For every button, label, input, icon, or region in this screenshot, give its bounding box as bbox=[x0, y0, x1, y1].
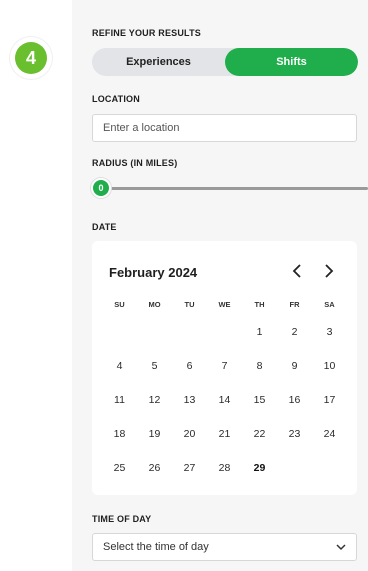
calendar-day[interactable]: 4 bbox=[102, 360, 137, 372]
radius-label: RADIUS (IN MILES) bbox=[92, 158, 178, 168]
calendar-day[interactable]: 8 bbox=[242, 360, 277, 372]
time-of-day-value: Select the time of day bbox=[103, 541, 209, 553]
calendar-day[interactable]: 25 bbox=[102, 462, 137, 474]
chevron-left-icon bbox=[292, 264, 301, 278]
calendar-day[interactable]: 23 bbox=[277, 428, 312, 440]
filter-panel: REFINE YOUR RESULTS Experiences Shifts L… bbox=[72, 0, 368, 571]
radius-slider-thumb[interactable]: 0 bbox=[91, 178, 111, 198]
chevron-down-icon bbox=[336, 543, 346, 550]
time-of-day-select[interactable]: Select the time of day bbox=[92, 533, 357, 561]
calendar-day[interactable]: 10 bbox=[312, 360, 347, 372]
chevron-right-icon bbox=[325, 264, 334, 278]
calendar-week: 25 26 27 28 29 bbox=[102, 451, 347, 485]
calendar-day[interactable]: 14 bbox=[207, 394, 242, 406]
weekday-label: MO bbox=[148, 299, 161, 309]
calendar-day[interactable]: 12 bbox=[137, 394, 172, 406]
calendar-day[interactable]: 17 bbox=[312, 394, 347, 406]
calendar-day[interactable]: 21 bbox=[207, 428, 242, 440]
weekday-label: FR bbox=[289, 299, 300, 309]
calendar-day[interactable]: 1 bbox=[242, 326, 277, 338]
calendar-day[interactable]: 3 bbox=[312, 326, 347, 338]
experiences-option[interactable]: Experiences bbox=[92, 48, 225, 76]
weekday-label: SU bbox=[114, 299, 125, 309]
weekday-label: SA bbox=[324, 299, 335, 309]
calendar-day[interactable]: 15 bbox=[242, 394, 277, 406]
left-gutter: 4 bbox=[0, 0, 72, 571]
calendar-month-title: February 2024 bbox=[109, 265, 198, 280]
refine-title: REFINE YOUR RESULTS bbox=[92, 28, 201, 38]
weekday-header: SU MO TU WE TH FR SA bbox=[102, 297, 347, 311]
results-type-toggle: Experiences Shifts bbox=[92, 48, 358, 76]
calendar-day[interactable]: 7 bbox=[207, 360, 242, 372]
location-label: LOCATION bbox=[92, 94, 140, 104]
calendar-day[interactable]: 18 bbox=[102, 428, 137, 440]
step-number: 4 bbox=[15, 42, 47, 74]
calendar-day[interactable]: 28 bbox=[207, 462, 242, 474]
calendar-week: 11 12 13 14 15 16 17 bbox=[102, 383, 347, 417]
calendar-week: 1 2 3 bbox=[102, 315, 347, 349]
calendar-grid: SU MO TU WE TH FR SA 1 2 3 4 5 6 7 8 9 1… bbox=[102, 297, 347, 485]
calendar-day[interactable]: 11 bbox=[102, 394, 137, 406]
weekday-label: TU bbox=[184, 299, 195, 309]
calendar-day[interactable]: 6 bbox=[172, 360, 207, 372]
calendar-day[interactable]: 2 bbox=[277, 326, 312, 338]
calendar-day[interactable]: 16 bbox=[277, 394, 312, 406]
date-label: DATE bbox=[92, 222, 117, 232]
date-calendar: February 2024 SU MO TU WE TH FR SA 1 2 3… bbox=[92, 241, 357, 495]
calendar-day[interactable]: 22 bbox=[242, 428, 277, 440]
calendar-day[interactable]: 24 bbox=[312, 428, 347, 440]
calendar-day[interactable]: 5 bbox=[137, 360, 172, 372]
calendar-week: 18 19 20 21 22 23 24 bbox=[102, 417, 347, 451]
calendar-day[interactable]: 27 bbox=[172, 462, 207, 474]
shifts-option[interactable]: Shifts bbox=[225, 48, 358, 76]
calendar-day[interactable]: 9 bbox=[277, 360, 312, 372]
radius-slider-track[interactable] bbox=[102, 187, 368, 190]
calendar-day[interactable]: 19 bbox=[137, 428, 172, 440]
calendar-day[interactable]: 26 bbox=[137, 462, 172, 474]
previous-month-button[interactable] bbox=[288, 262, 306, 280]
calendar-day-today[interactable]: 29 bbox=[242, 462, 277, 474]
weekday-label: TH bbox=[254, 299, 265, 309]
weekday-label: WE bbox=[218, 299, 231, 309]
calendar-day[interactable]: 13 bbox=[172, 394, 207, 406]
step-badge: 4 bbox=[10, 37, 52, 79]
calendar-week: 4 5 6 7 8 9 10 bbox=[102, 349, 347, 383]
calendar-day[interactable]: 20 bbox=[172, 428, 207, 440]
time-of-day-label: TIME OF DAY bbox=[92, 514, 152, 524]
next-month-button[interactable] bbox=[320, 262, 338, 280]
location-input[interactable] bbox=[92, 114, 357, 142]
